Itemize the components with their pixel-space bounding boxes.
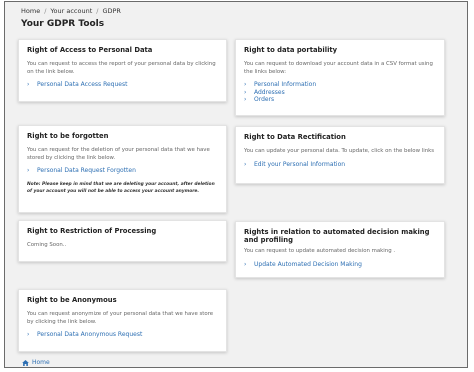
breadcrumb-separator: / (44, 7, 47, 15)
card-automated-decision-making: Rights in relation to automated decision… (235, 221, 445, 278)
chevron-right-icon: › (27, 81, 30, 89)
card-title: Right to be forgotten (27, 132, 109, 140)
breadcrumb-home[interactable]: Home (21, 7, 40, 15)
card-title: Rights in relation to automated decision… (244, 228, 430, 244)
chevron-right-icon: › (27, 167, 30, 175)
breadcrumb-your-account[interactable]: Your account (50, 7, 92, 15)
breadcrumb: Home / Your account / GDPR (21, 7, 121, 15)
personal-data-request-forgotten-link[interactable]: › Personal Data Request Forgotten (27, 167, 218, 175)
link-label: Personal Data Request Forgotten (37, 167, 136, 175)
card-description: You can update your personal data. To up… (244, 148, 435, 154)
addresses-csv-link[interactable]: › Addresses (244, 89, 436, 97)
personal-data-access-request-link[interactable]: › Personal Data Access Request (27, 81, 218, 89)
breadcrumb-separator: / (96, 7, 99, 15)
card-description: You can request for the deletion of your… (27, 147, 210, 161)
link-label: Personal Data Access Request (37, 81, 128, 89)
footer-home-label: Home (32, 359, 50, 366)
card-right-to-be-anonymous: Right to be Anonymous You can request an… (18, 289, 227, 352)
card-title: Right to Restriction of Processing (27, 227, 157, 235)
card-right-of-access: Right of Access to Personal Data You can… (18, 39, 227, 102)
chevron-right-icon: › (27, 331, 30, 339)
card-title: Right to data portability (244, 46, 338, 54)
card-right-to-be-forgotten: Right to be forgotten You can request fo… (18, 125, 227, 213)
link-label: Orders (254, 96, 275, 104)
deletion-note: Note: Please keep in mind that we are de… (27, 181, 215, 194)
link-label: Update Automated Decision Making (254, 260, 362, 268)
card-description: You can request anonymize of your person… (27, 311, 214, 325)
link-label: Personal Data Anonymous Request (37, 331, 143, 339)
orders-csv-link[interactable]: › Orders (244, 96, 436, 104)
edit-personal-information-link[interactable]: › Edit your Personal Information (244, 161, 436, 169)
breadcrumb-gdpr: GDPR (102, 7, 121, 15)
card-data-portability: Right to data portability You can reques… (235, 39, 445, 116)
chevron-right-icon: › (244, 260, 247, 268)
footer-home-link[interactable]: Home (22, 359, 50, 366)
coming-soon-text: Coming Soon.. (27, 242, 67, 248)
page-title: Your GDPR Tools (21, 19, 105, 29)
card-title: Right to Data Rectification (244, 133, 346, 141)
link-label: Personal Information (254, 81, 317, 89)
card-restriction-of-processing: Right to Restriction of Processing Comin… (18, 220, 227, 262)
card-title: Right of Access to Personal Data (27, 46, 153, 54)
card-description: You can request to access the report of … (27, 61, 216, 75)
chevron-right-icon: › (244, 88, 247, 96)
chevron-right-icon: › (244, 160, 247, 168)
chevron-right-icon: › (244, 81, 247, 89)
update-automated-decision-making-link[interactable]: › Update Automated Decision Making (244, 261, 436, 269)
page-frame: Home / Your account / GDPR Your GDPR Tools R… (4, 1, 468, 368)
card-title: Right to be Anonymous (27, 296, 117, 304)
link-label: Edit your Personal Information (254, 160, 346, 168)
card-description: You can request to update automated deci… (244, 248, 396, 254)
chevron-right-icon: › (244, 96, 247, 104)
home-icon (22, 359, 29, 366)
personal-information-csv-link[interactable]: › Personal Information (244, 81, 436, 89)
card-data-rectification: Right to Data Rectification You can upda… (235, 126, 445, 184)
personal-data-anonymous-request-link[interactable]: › Personal Data Anonymous Request (27, 331, 218, 339)
link-label: Addresses (254, 88, 285, 96)
card-description: You can request to download your account… (244, 61, 433, 75)
